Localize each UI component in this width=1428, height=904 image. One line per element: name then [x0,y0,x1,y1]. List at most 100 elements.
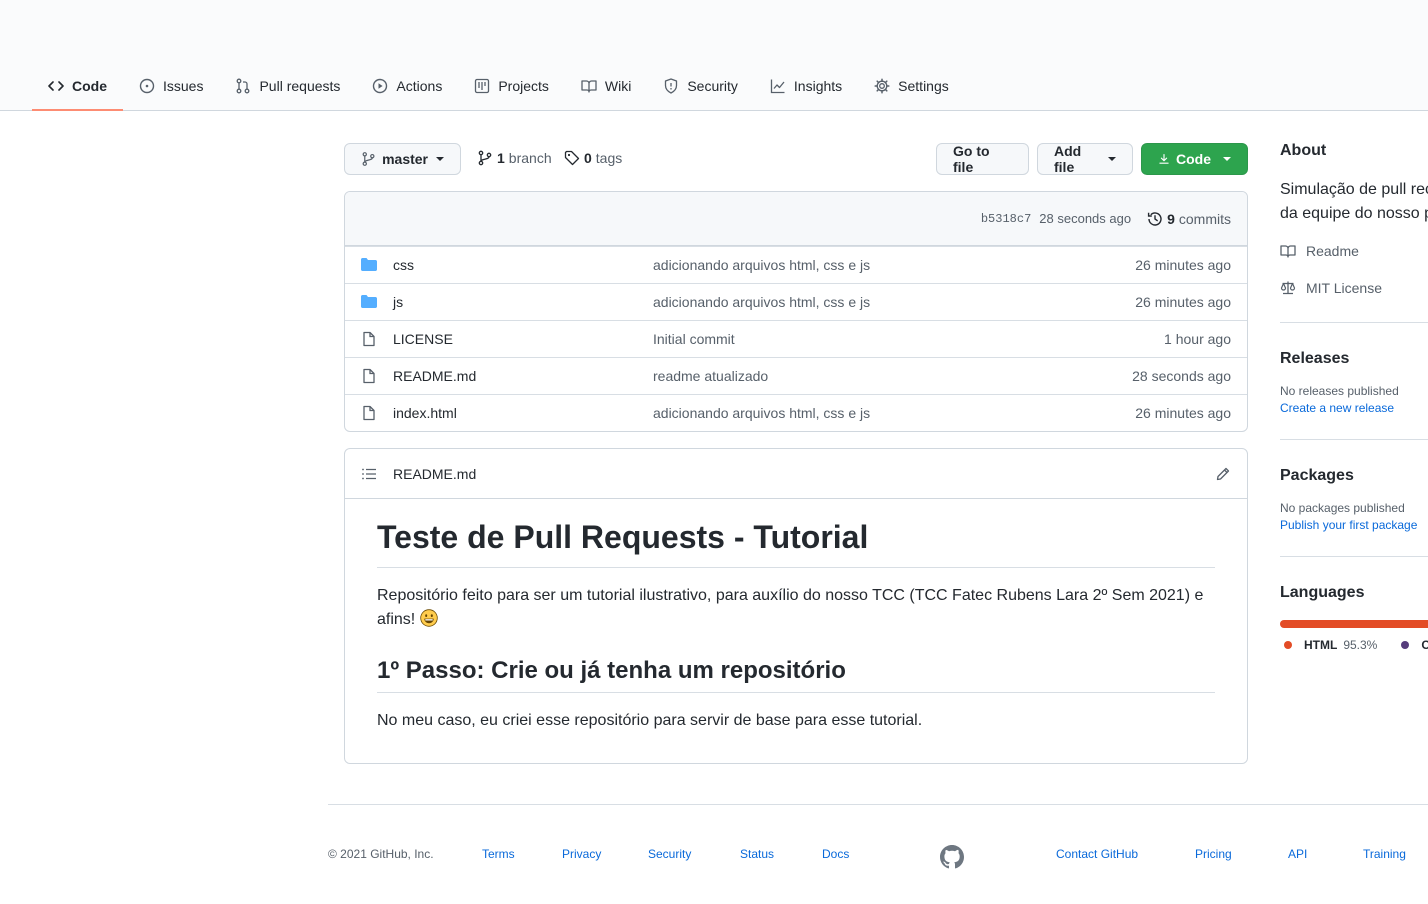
tab-code[interactable]: Code [32,66,123,111]
file-icon [363,331,375,347]
readme-subheading: 1º Passo: Crie ou já tenha um repositóri… [377,656,1215,693]
folder-icon [361,295,377,308]
language-item-html[interactable]: HTML 95.3% [1284,638,1377,652]
footer-link-terms[interactable]: Terms [482,847,515,861]
create-release-link[interactable]: Create a new release [1280,401,1428,415]
commits-link[interactable]: 9 commits [1147,211,1231,227]
chevron-down-icon [1223,157,1231,161]
github-logo-icon[interactable] [940,845,964,869]
commit-sha[interactable]: b5318c7 [981,212,1031,226]
commit-message[interactable]: Initial commit [653,331,1164,347]
pencil-icon[interactable] [1215,466,1231,482]
description-line: Simulação de pull rec [1280,181,1428,198]
license-link[interactable]: MIT License [1280,278,1428,298]
commit-message[interactable]: adicionando arquivos html, css e js [653,294,1135,310]
branch-select[interactable]: master [344,143,461,175]
tab-label: Projects [498,78,549,94]
releases-heading[interactable]: Releases [1280,350,1428,368]
table-row[interactable]: README.md readme atualizado 28 seconds a… [345,357,1247,394]
commit-message[interactable]: readme atualizado [653,368,1132,384]
footer-copyright: © 2021 GitHub, Inc. [328,847,434,861]
footer-link-training[interactable]: Training [1363,847,1406,861]
file-age: 28 seconds ago [1132,368,1231,384]
language-bar [1280,620,1428,628]
tab-actions[interactable]: Actions [356,66,458,106]
divider [1280,322,1428,323]
list-icon[interactable] [361,466,377,482]
divider [1280,556,1428,557]
readme-panel: README.md Teste de Pull Requests - Tutor… [344,448,1248,764]
tags-link[interactable]: 0 tags [564,150,622,166]
table-row[interactable]: css adicionando arquivos html, css e js … [345,246,1247,283]
readme-filename[interactable]: README.md [393,466,476,482]
code-icon [48,81,64,91]
packages-empty: No packages published [1280,501,1405,515]
table-row[interactable]: js adicionando arquivos html, css e js 2… [345,283,1247,320]
footer-link-docs[interactable]: Docs [822,847,849,861]
tab-settings[interactable]: Settings [858,66,965,106]
repo-sidebar: About Simulação de pull rec da equipe do… [1280,142,1428,652]
readme-header: README.md [345,449,1247,499]
language-name: CS [1421,638,1428,652]
tab-label: Actions [396,78,443,94]
book-icon [1280,245,1296,258]
releases-empty: No releases published [1280,384,1399,398]
go-to-file-button[interactable]: Go to file [936,143,1029,175]
tab-security[interactable]: Security [647,66,754,106]
pull-request-icon [237,78,250,94]
repo-nav: Code Issues Pull requests Actions Projec… [32,66,965,111]
footer-link-contact[interactable]: Contact GitHub [1056,847,1138,861]
book-icon [581,80,597,93]
table-row[interactable]: index.html adicionando arquivos html, cs… [345,394,1247,431]
add-file-label: Add file [1054,143,1082,175]
commit-message[interactable]: adicionando arquivos html, css e js [653,405,1135,421]
code-button-label: Code [1176,151,1211,167]
footer-link-status[interactable]: Status [740,847,774,861]
code-button[interactable]: Code [1141,143,1248,175]
go-to-file-label: Go to file [953,143,990,175]
file-name[interactable]: index.html [393,405,653,421]
language-bar-segment-html [1280,620,1428,628]
history-icon [1147,211,1162,226]
tab-label: Pull requests [259,78,341,94]
tab-projects[interactable]: Projects [458,66,565,106]
footer-link-privacy[interactable]: Privacy [562,847,601,861]
readme-link[interactable]: Readme [1280,241,1428,261]
readme-paragraph: Repositório feito para ser um tutorial i… [377,584,1215,632]
branches-link[interactable]: 1 branch [477,150,552,166]
repo-header: Code Issues Pull requests Actions Projec… [0,0,1428,111]
file-name[interactable]: README.md [393,368,653,384]
language-dot [1284,641,1292,649]
graph-icon [770,79,785,94]
add-file-button[interactable]: Add file [1037,143,1133,175]
readme-paragraph-text: Repositório feito para ser um tutorial i… [377,587,1204,628]
tab-insights[interactable]: Insights [754,66,858,106]
file-name[interactable]: LICENSE [393,331,653,347]
tag-label: tags [595,150,623,166]
file-icon [363,405,375,421]
file-age: 26 minutes ago [1135,294,1231,310]
tab-pull-requests[interactable]: Pull requests [219,66,356,106]
tab-issues[interactable]: Issues [123,66,219,106]
commit-count: 9 [1167,210,1175,227]
tab-label: Code [72,78,107,94]
language-item-css[interactable]: CS [1401,638,1428,652]
file-name[interactable]: js [393,294,653,310]
tab-label: Settings [898,78,949,94]
table-row[interactable]: LICENSE Initial commit 1 hour ago [345,320,1247,357]
footer-divider [328,804,1428,805]
footer-link-pricing[interactable]: Pricing [1195,847,1232,861]
play-icon [373,78,388,94]
grinning-face-icon [420,609,438,627]
footer-link-security[interactable]: Security [648,847,691,861]
packages-heading[interactable]: Packages [1280,467,1428,485]
file-icon [363,368,375,384]
publish-package-link[interactable]: Publish your first package [1280,518,1428,532]
commit-message[interactable]: adicionando arquivos html, css e js [653,257,1135,273]
file-name[interactable]: css [393,257,653,273]
law-icon [1280,281,1296,295]
tab-wiki[interactable]: Wiki [565,66,647,106]
tab-label: Insights [793,78,843,94]
footer-link-api[interactable]: API [1288,847,1307,861]
language-dot [1401,641,1410,649]
